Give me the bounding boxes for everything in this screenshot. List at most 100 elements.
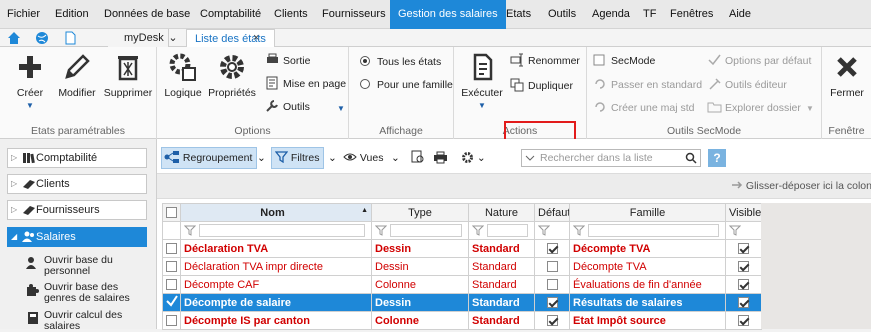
filter-cell-defaut[interactable] (534, 221, 570, 240)
pour-une-famille-radio[interactable]: Pour une famille (359, 76, 453, 94)
filter-cell-type[interactable] (371, 221, 469, 240)
cell-visible[interactable] (725, 293, 762, 312)
caret-down-icon[interactable]: ▼ (806, 104, 814, 113)
nav-item-comptabilite[interactable]: ▷ Comptabilité (7, 148, 147, 168)
row-select-cell[interactable] (162, 257, 181, 276)
row-select-cell[interactable] (162, 293, 181, 312)
filtres-button[interactable]: Filtres (271, 147, 324, 169)
print-preview-button[interactable] (411, 147, 425, 169)
defaut-checkbox[interactable] (546, 296, 558, 308)
defaut-checkbox[interactable] (546, 260, 558, 272)
menu-agenda[interactable]: Agenda (592, 0, 630, 29)
logique-button[interactable]: Logique (163, 51, 203, 99)
creer-une-maj-std-button[interactable]: Créer une maj std (593, 99, 694, 117)
tab-mydesk[interactable]: myDesk (108, 29, 169, 47)
sub-item-ouvrir-base-du-personnel[interactable]: Ouvrir base du personnel (26, 255, 146, 277)
select-all-checkbox[interactable] (162, 203, 181, 222)
search-input[interactable]: Rechercher dans la liste (521, 149, 701, 167)
row-checkbox[interactable] (166, 278, 177, 290)
row-select-cell[interactable] (162, 275, 181, 294)
proprietes-button[interactable]: Propriétés (207, 51, 257, 99)
regroupement-dropdown[interactable]: ⌄ (257, 147, 266, 169)
cell-nom[interactable]: Décompte IS par canton (180, 311, 372, 330)
cell-visible[interactable] (725, 239, 762, 258)
mise-en-page-button[interactable]: Mise en page (265, 75, 346, 93)
defaut-checkbox[interactable] (546, 242, 558, 254)
chevron-down-icon[interactable] (525, 153, 535, 163)
cell-defaut[interactable] (534, 257, 570, 276)
filter-cell-famille[interactable] (569, 221, 726, 240)
caret-down-icon[interactable]: ▼ (337, 104, 345, 113)
filter-cell-nom[interactable] (180, 221, 372, 240)
cell-famille[interactable]: Évaluations de fin d'année (569, 275, 726, 294)
print-button[interactable] (433, 147, 448, 169)
nav-item-salaires[interactable]: ◢ Salaires (7, 227, 147, 247)
menu-outils[interactable]: Outils (548, 0, 576, 29)
cell-visible[interactable] (725, 311, 762, 330)
cell-nature[interactable]: Standard (468, 311, 535, 330)
menu-fenetres[interactable]: Fenêtres (670, 0, 713, 29)
filter-input[interactable] (199, 224, 365, 237)
menu-clients[interactable]: Clients (274, 0, 308, 29)
chevron-down-icon[interactable]: ⌄ (164, 29, 182, 47)
cell-nature[interactable]: Standard (468, 293, 535, 312)
cell-nature[interactable]: Standard (468, 239, 535, 258)
cell-famille[interactable]: Résultats de salaires (569, 293, 726, 312)
visible-checkbox[interactable] (738, 314, 749, 326)
search-icon[interactable] (685, 152, 697, 164)
document-icon[interactable] (62, 30, 78, 46)
filtres-dropdown[interactable]: ⌄ (328, 147, 337, 169)
filter-cell-nature[interactable] (468, 221, 535, 240)
outils-editeur-button[interactable]: Outils éditeur (707, 76, 787, 94)
cell-defaut[interactable] (534, 275, 570, 294)
cell-famille[interactable]: Décompte TVA (569, 239, 726, 258)
cell-famille[interactable]: Etat Impôt source (569, 311, 726, 330)
close-icon[interactable]: × (253, 29, 267, 47)
column-header-nature[interactable]: Nature (468, 203, 535, 222)
home-icon[interactable] (6, 30, 22, 46)
table-row[interactable]: Déclaration TVA Dessin Standard Décompte TV… (162, 239, 762, 258)
menu-aide[interactable]: Aide (729, 0, 751, 29)
cell-defaut[interactable] (534, 293, 570, 312)
globe-icon[interactable] (34, 30, 50, 46)
sub-item-ouvrir-base-des-genres[interactable]: Ouvrir base des genres de salaires (26, 282, 146, 304)
sortie-button[interactable]: Sortie (265, 52, 310, 70)
cell-nom[interactable]: Déclaration TVA (180, 239, 372, 258)
visible-checkbox[interactable] (738, 260, 749, 272)
cell-nom[interactable]: Déclaration TVA impr directe (180, 257, 372, 276)
visible-checkbox[interactable] (738, 296, 749, 308)
column-header-type[interactable]: Type (371, 203, 469, 222)
table-row[interactable]: Déclaration TVA impr directe Dessin Standa… (162, 257, 762, 276)
options-par-defaut-button[interactable]: Options par défaut (707, 52, 811, 70)
executer-button[interactable]: Exécuter ▼ (460, 51, 504, 111)
help-button[interactable]: ? (708, 149, 726, 167)
cell-type[interactable]: Dessin (371, 293, 469, 312)
explorer-dossier-button[interactable]: Explorer dossier (707, 99, 801, 117)
cell-visible[interactable] (725, 257, 762, 276)
defaut-checkbox[interactable] (546, 278, 558, 290)
column-header-defaut[interactable]: Défaut (534, 203, 570, 222)
table-row[interactable]: Décompte CAF Colonne Standard Évaluations d… (162, 275, 762, 294)
menu-fournisseurs[interactable]: Fournisseurs (322, 0, 386, 29)
vues-button[interactable]: Vues (343, 147, 383, 169)
visible-checkbox[interactable] (738, 242, 749, 254)
menu-edition[interactable]: Edition (55, 0, 89, 29)
supprimer-button[interactable]: Supprimer (102, 51, 154, 99)
settings-button[interactable]: ⌄ (461, 147, 486, 169)
modifier-button[interactable]: Modifier (55, 51, 99, 99)
filter-input[interactable] (588, 224, 719, 237)
menu-donnees-de-base[interactable]: Données de base (104, 0, 190, 29)
defaut-checkbox[interactable] (546, 314, 558, 326)
cell-nature[interactable]: Standard (468, 275, 535, 294)
row-select-cell[interactable] (162, 239, 181, 258)
cell-type[interactable]: Colonne (371, 311, 469, 330)
menu-tf[interactable]: TF (643, 0, 656, 29)
row-checkbox[interactable] (166, 242, 177, 254)
cell-type[interactable]: Dessin (371, 257, 469, 276)
menu-etats[interactable]: Etats (506, 0, 531, 29)
cell-nature[interactable]: Standard (468, 257, 535, 276)
visible-checkbox[interactable] (738, 278, 749, 290)
menu-comptabilite[interactable]: Comptabilité (200, 0, 261, 29)
menu-gestion-des-salaires[interactable]: Gestion des salaires (390, 0, 506, 29)
cell-defaut[interactable] (534, 239, 570, 258)
